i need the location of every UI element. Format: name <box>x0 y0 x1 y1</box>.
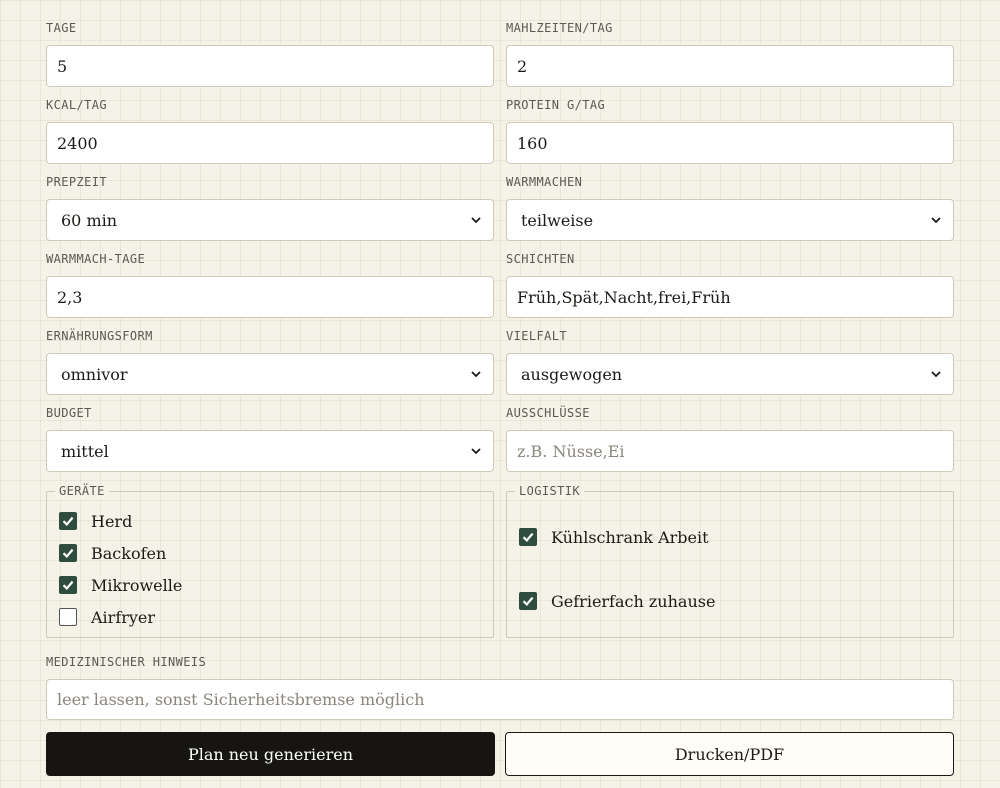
ernaehrungsform-label: ERNÄHRUNGSFORM <box>46 329 153 343</box>
field-vielfalt: VIELFALT ausgewogen <box>506 330 954 395</box>
mahlzeiten-label: MAHLZEITEN/TAG <box>506 21 613 35</box>
field-medizinisch: MEDIZINISCHER HINWEIS leer lassen, sonst… <box>46 656 954 720</box>
geraete-fieldset: GERÄTE Herd Backofen Mikrowelle Airfryer <box>46 485 494 638</box>
warmmachen-label: WARMMACHEN <box>506 175 583 189</box>
ausschluesse-input[interactable]: z.B. Nüsse,Ei <box>506 430 954 472</box>
schichten-value: Früh,Spät,Nacht,frei,Früh <box>517 287 731 307</box>
checkbox-unchecked-icon[interactable] <box>59 608 77 626</box>
schichten-label: SCHICHTEN <box>506 252 575 266</box>
field-protein: PROTEIN G/TAG 160 <box>506 99 954 164</box>
logistik-legend: LOGISTIK <box>515 485 584 498</box>
ausschluesse-label: AUSSCHLÜSSE <box>506 406 590 420</box>
field-mahlzeiten: MAHLZEITEN/TAG 2 <box>506 22 954 87</box>
protein-input[interactable]: 160 <box>506 122 954 164</box>
field-ausschluesse: AUSSCHLÜSSE z.B. Nüsse,Ei <box>506 407 954 472</box>
field-warmmachen: WARMMACHEN teilweise <box>506 176 954 241</box>
form-row: BUDGET mittel AUSSCHLÜSSE z.B. Nüsse,Ei <box>46 407 954 472</box>
medizinisch-input[interactable]: leer lassen, sonst Sicherheitsbremse mög… <box>46 679 954 720</box>
kcal-label: KCAL/TAG <box>46 98 107 112</box>
form-row: WARMMACH-TAGE 2,3 SCHICHTEN Früh,Spät,Na… <box>46 253 954 318</box>
checkbox-airfryer[interactable]: Airfryer <box>59 601 481 633</box>
budget-select[interactable]: mittel <box>46 430 494 472</box>
checkbox-backofen[interactable]: Backofen <box>59 537 481 569</box>
field-warmmach-tage: WARMMACH-TAGE 2,3 <box>46 253 494 318</box>
logistik-fieldset: LOGISTIK Kühlschrank Arbeit Gefrierfach … <box>506 485 954 638</box>
checkbox-row: GERÄTE Herd Backofen Mikrowelle Airfryer <box>46 485 954 638</box>
kcal-value: 2400 <box>57 133 98 153</box>
prepzeit-value: 60 min <box>61 210 118 230</box>
warmmach-tage-label: WARMMACH-TAGE <box>46 252 146 266</box>
protein-label: PROTEIN G/TAG <box>506 98 606 112</box>
warmmachen-select[interactable]: teilweise <box>506 199 954 241</box>
mahlzeiten-input[interactable]: 2 <box>506 45 954 87</box>
meal-plan-form: TAGE 5 MAHLZEITEN/TAG 2 KCAL/TAG 2400 PR… <box>46 22 954 788</box>
field-kcal: KCAL/TAG 2400 <box>46 99 494 164</box>
budget-label: BUDGET <box>46 406 92 420</box>
geraete-legend: GERÄTE <box>55 485 109 498</box>
vielfalt-label: VIELFALT <box>506 329 567 343</box>
checkbox-kuehlschrank-arbeit[interactable]: Kühlschrank Arbeit <box>519 521 941 553</box>
chevron-down-icon <box>471 369 481 379</box>
budget-value: mittel <box>61 441 109 461</box>
checkbox-checked-icon[interactable] <box>519 528 537 546</box>
kcal-input[interactable]: 2400 <box>46 122 494 164</box>
checkbox-label: Airfryer <box>91 607 156 627</box>
ernaehrungsform-select[interactable]: omnivor <box>46 353 494 395</box>
chevron-down-icon <box>471 446 481 456</box>
ausschluesse-placeholder: z.B. Nüsse,Ei <box>517 441 625 461</box>
medizinisch-placeholder: leer lassen, sonst Sicherheitsbremse mög… <box>57 690 425 709</box>
tage-input[interactable]: 5 <box>46 45 494 87</box>
form-row: MEDIZINISCHER HINWEIS leer lassen, sonst… <box>46 656 954 720</box>
button-row: Plan neu generieren Drucken/PDF <box>46 732 954 776</box>
checkbox-mikrowelle[interactable]: Mikrowelle <box>59 569 481 601</box>
chevron-down-icon <box>471 215 481 225</box>
field-tage: TAGE 5 <box>46 22 494 87</box>
print-pdf-button[interactable]: Drucken/PDF <box>505 732 954 776</box>
logistik-list: Kühlschrank Arbeit Gefrierfach zuhause <box>519 492 941 617</box>
field-ernaehrungsform: ERNÄHRUNGSFORM omnivor <box>46 330 494 395</box>
checkbox-label: Backofen <box>91 543 167 563</box>
generate-plan-button[interactable]: Plan neu generieren <box>46 732 495 776</box>
checkbox-label: Kühlschrank Arbeit <box>551 527 709 547</box>
medizinisch-label: MEDIZINISCHER HINWEIS <box>46 655 207 669</box>
mahlzeiten-value: 2 <box>517 56 528 76</box>
checkbox-herd[interactable]: Herd <box>59 505 481 537</box>
vielfalt-value: ausgewogen <box>521 364 623 384</box>
warmmach-tage-value: 2,3 <box>57 287 83 307</box>
checkbox-checked-icon[interactable] <box>519 592 537 610</box>
tage-label: TAGE <box>46 21 77 35</box>
form-row: TAGE 5 MAHLZEITEN/TAG 2 <box>46 22 954 87</box>
vielfalt-select[interactable]: ausgewogen <box>506 353 954 395</box>
checkbox-label: Gefrierfach zuhause <box>551 591 716 611</box>
warmmachen-value: teilweise <box>521 210 594 230</box>
checkbox-checked-icon[interactable] <box>59 544 77 562</box>
form-row: ERNÄHRUNGSFORM omnivor VIELFALT ausgewog… <box>46 330 954 395</box>
prepzeit-label: PREPZEIT <box>46 175 107 189</box>
chevron-down-icon <box>931 215 941 225</box>
field-budget: BUDGET mittel <box>46 407 494 472</box>
checkbox-checked-icon[interactable] <box>59 576 77 594</box>
protein-value: 160 <box>517 133 548 153</box>
checkbox-label: Mikrowelle <box>91 575 183 595</box>
schichten-input[interactable]: Früh,Spät,Nacht,frei,Früh <box>506 276 954 318</box>
field-schichten: SCHICHTEN Früh,Spät,Nacht,frei,Früh <box>506 253 954 318</box>
checkbox-checked-icon[interactable] <box>59 512 77 530</box>
checkbox-label: Herd <box>91 511 133 531</box>
ernaehrungsform-value: omnivor <box>61 364 128 384</box>
field-prepzeit: PREPZEIT 60 min <box>46 176 494 241</box>
geraete-list: Herd Backofen Mikrowelle Airfryer <box>59 492 481 633</box>
form-row: PREPZEIT 60 min WARMMACHEN teilweise <box>46 176 954 241</box>
tage-value: 5 <box>57 56 68 76</box>
prepzeit-select[interactable]: 60 min <box>46 199 494 241</box>
warmmach-tage-input[interactable]: 2,3 <box>46 276 494 318</box>
checkbox-gefrierfach-zuhause[interactable]: Gefrierfach zuhause <box>519 585 941 617</box>
chevron-down-icon <box>931 369 941 379</box>
form-row: KCAL/TAG 2400 PROTEIN G/TAG 160 <box>46 99 954 164</box>
